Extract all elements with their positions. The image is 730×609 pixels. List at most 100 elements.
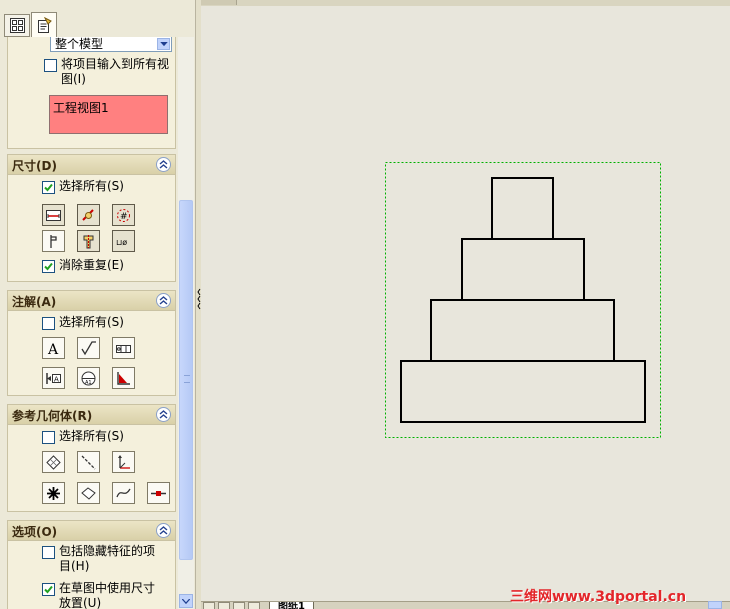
import-all-views-label-2: 图(I) [61,72,86,86]
note-button[interactable]: A [42,337,65,359]
axis-button[interactable] [77,451,100,473]
marked-for-drawing-button[interactable] [42,204,65,226]
instance-count-button[interactable]: # [112,204,135,226]
plane-icon [46,454,61,470]
point-icon [81,486,96,500]
reference-geometry-header[interactable]: 参考几何体(R) [8,405,175,425]
import-all-views-option[interactable]: 将项目输入到所有视 图(I) [44,57,169,87]
hole-wizard-profile-button[interactable] [77,230,100,252]
surface-finish-button[interactable] [77,337,100,359]
geometric-tolerance-icon [116,344,131,353]
use-sketch-dims-label: 在草图中使用尺寸 [59,581,156,595]
views-list-item[interactable]: 工程视图1 [53,99,109,116]
scrollbar-thumb[interactable] [179,200,193,560]
svg-text:A1: A1 [85,380,92,386]
options-header[interactable]: 选项(O) [8,521,175,541]
collapse-icon[interactable] [156,157,171,172]
hole-callout-icon: ⊔ø [116,238,127,247]
annotations-select-all[interactable]: 选择所有(S) [42,315,124,330]
last-sheet-icon[interactable] [248,602,260,609]
use-sketch-dims-checkbox[interactable] [42,583,55,596]
not-marked-for-drawing-button[interactable] [77,204,100,226]
svg-text:A: A [47,342,59,357]
include-hidden-option[interactable]: 包括隐藏特征的项 目(H) [42,544,155,574]
weld-symbol-icon [117,371,130,385]
step-level-1[interactable] [400,360,646,423]
reference-select-all[interactable]: 选择所有(S) [42,429,124,444]
reference-select-all-label: 选择所有(S) [59,429,124,443]
first-sheet-icon[interactable] [203,602,215,609]
drawing-sheet[interactable] [201,6,730,601]
eliminate-duplicates-label: 消除重复(E) [59,258,124,272]
eliminate-duplicates-checkbox[interactable] [42,260,55,273]
scope-dropdown[interactable]: 整个模型 [50,37,172,52]
not-marked-for-drawing-icon [82,208,94,221]
datum-target-button[interactable]: A1 [77,367,100,389]
surface-finish-icon [81,340,96,355]
origin-button[interactable] [42,482,65,504]
datum-feature-button[interactable]: A [42,367,65,389]
property-manager: 整个模型 将项目输入到所有视 图(I) 工程视图1 尺寸(D) 选择所有(S) … [0,0,196,609]
annotations-panel: 注解(A) 选择所有(S) A A A1 [7,290,176,396]
svg-text:⊔ø: ⊔ø [116,238,127,247]
chevron-down-icon[interactable] [157,38,170,50]
manager-tabs [0,10,196,38]
collapse-icon[interactable] [156,407,171,422]
use-sketch-dims-label-2: 放置(U) [59,596,102,609]
step-level-3[interactable] [461,238,585,301]
point-button[interactable] [77,482,100,504]
geometric-tolerance-button[interactable] [112,337,135,359]
instance-count-icon: # [117,208,130,222]
use-sketch-dims-option[interactable]: 在草图中使用尺寸 放置(U) [42,581,155,609]
top-strip-button[interactable] [201,0,237,5]
watermark: 三维网www.3dportal.cn [510,589,687,605]
views-list[interactable]: 工程视图1 [49,95,168,134]
weld-symbol-button[interactable] [112,367,135,389]
include-hidden-label: 包括隐藏特征的项 [59,544,156,558]
property-scrollbar[interactable] [178,37,194,609]
plane-button[interactable] [42,451,65,473]
prev-sheet-icon[interactable] [218,602,230,609]
curve-button[interactable] [112,482,135,504]
collapse-icon[interactable] [156,523,171,538]
sheet-tab[interactable]: 图纸1 [269,602,314,609]
step-level-2[interactable] [430,299,615,362]
annotations-title: 注解(A) [12,295,57,309]
datum-target-icon: A1 [81,371,96,386]
include-hidden-label-2: 目(H) [59,559,90,573]
reference-geometry-title: 参考几何体(R) [12,409,93,423]
route-point-button[interactable] [147,482,170,504]
scroll-down-icon[interactable] [179,594,193,608]
origin-icon [47,486,60,500]
coordinate-system-button[interactable] [112,451,135,473]
import-panel: 整个模型 将项目输入到所有视 图(I) 工程视图1 [7,37,176,149]
tolerance-button[interactable] [42,230,65,252]
hole-callout-button[interactable]: ⊔ø [112,230,135,252]
property-manager-tab[interactable] [31,12,57,38]
collapse-icon[interactable] [156,293,171,308]
import-all-views-label: 将项目输入到所有视 [61,57,170,71]
property-manager-icon [37,17,52,33]
datum-feature-icon: A [46,372,61,384]
drawing-view-1[interactable] [400,177,646,423]
annotations-select-all-checkbox[interactable] [42,317,55,330]
route-point-icon [151,490,166,496]
eliminate-duplicates-option[interactable]: 消除重复(E) [42,258,124,273]
next-sheet-icon[interactable] [233,602,245,609]
scroll-right-icon[interactable] [708,601,722,609]
import-all-views-checkbox[interactable] [44,59,57,72]
drawing-canvas[interactable] [201,6,730,601]
include-hidden-checkbox[interactable] [42,546,55,559]
dimensions-select-all[interactable]: 选择所有(S) [42,179,124,194]
dimensions-select-all-checkbox[interactable] [42,181,55,194]
feature-manager-tab[interactable] [4,14,30,37]
curve-icon [116,488,131,497]
dimensions-header[interactable]: 尺寸(D) [8,155,175,175]
axis-icon [81,455,96,469]
annotations-header[interactable]: 注解(A) [8,291,175,311]
step-level-4[interactable] [491,177,554,240]
marked-for-drawing-icon [46,209,61,221]
reference-select-all-checkbox[interactable] [42,431,55,444]
reference-geometry-panel: 参考几何体(R) 选择所有(S) [7,404,176,512]
coordinate-system-icon [118,454,130,469]
